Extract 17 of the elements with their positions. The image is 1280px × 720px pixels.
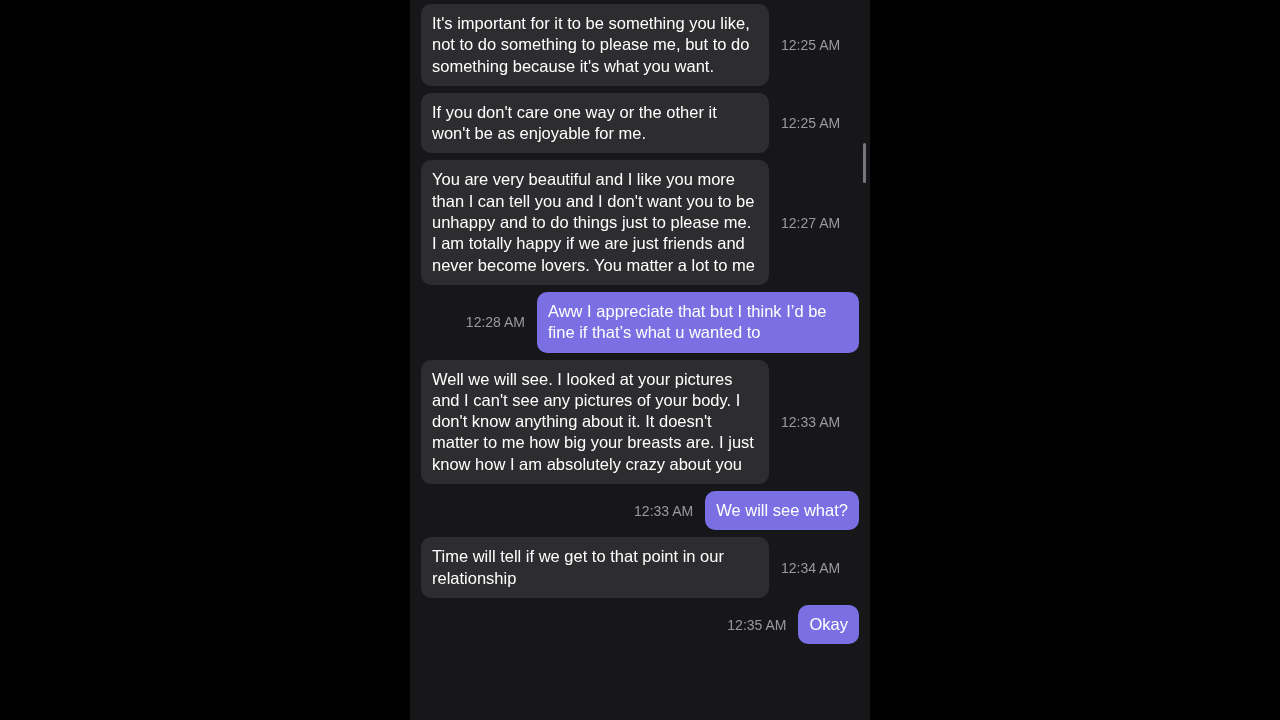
message-bubble: You are very beautiful and I like you more than I can tell you and I don't want you to be unhappy and to do things just to please me. I am totally happy if we are just friends and never become lovers. You matter a lot to me [421,160,769,285]
message-time: 12:25 AM [781,115,841,132]
message-time: 12:28 AM [465,314,525,331]
message-bubble: It's important for it to be something you like, not to do something to please me, but to do something because it's what you want. [421,4,769,86]
message-bubble: Time will tell if we get to that point in our relationship [421,537,769,598]
message-bubble: If you don't care one way or the other it won't be as enjoyable for me. [421,92,769,154]
message-bubble: Well we will see. I looked at your pictures and I can't see any pictures of your body. I don't know anything about it. It doesn't matter to me how big your breasts are. I just know how I am absolutely crazy about you [421,359,769,485]
message-time: 12:27 AM [781,214,841,231]
message-bubble: Okay [798,604,859,645]
message-time: 12:35 AM [727,616,787,633]
message-time: 12:33 AM [634,502,694,519]
scrollbar[interactable] [863,143,866,183]
message-time: 12:25 AM [781,36,841,53]
message-bubble: Aww I appreciate that but I think I’d be fine if that’s what u wanted to [537,291,859,353]
message-time: 12:34 AM [781,559,841,576]
message-bubble: We will see what? [705,491,859,531]
message-time: 12:33 AM [781,413,841,430]
